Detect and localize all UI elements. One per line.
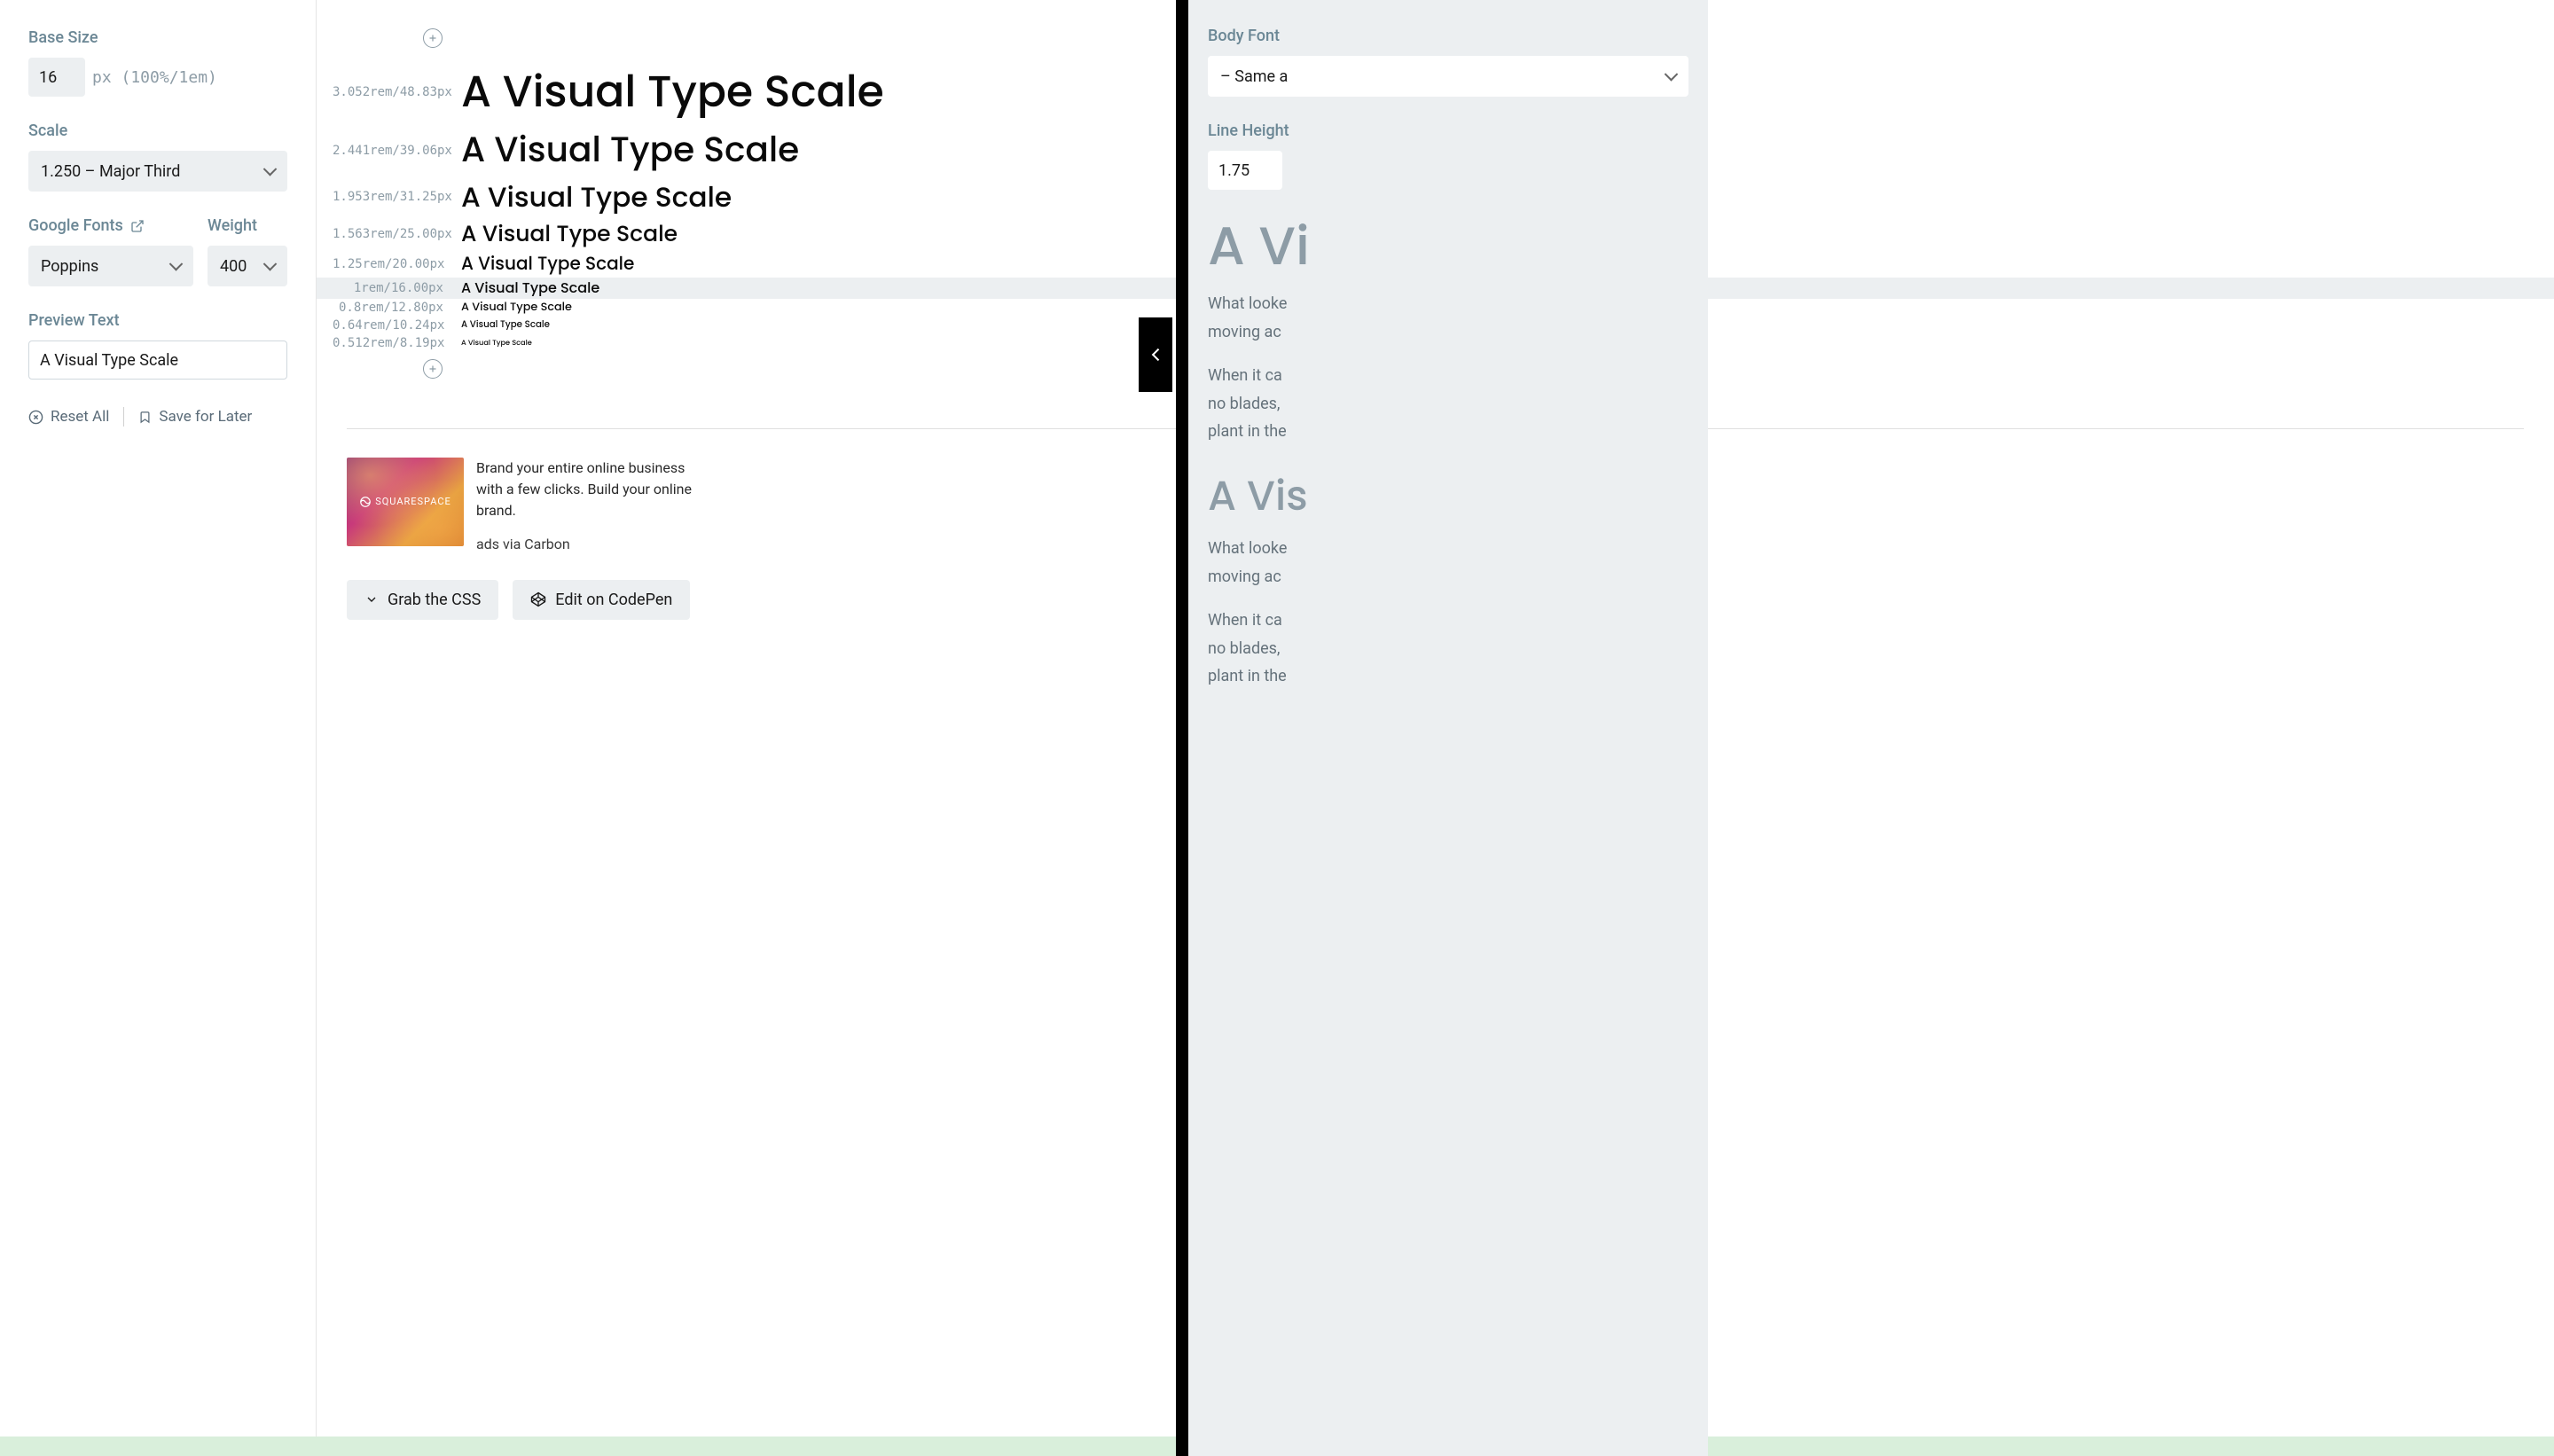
controls-sidebar: Base Size px (100%/1em) Scale 1.250 – Ma… [0, 0, 317, 1456]
scale-meta: 1.25rem/20.00px [333, 257, 461, 271]
body-preview-drawer: Body Font – Same a Line Height A Vi What… [1176, 0, 1708, 1456]
scale-meta: 0.8rem/12.80px [333, 301, 461, 315]
font-select[interactable]: Poppins [28, 246, 193, 286]
line-height-input[interactable] [1208, 151, 1282, 190]
scale-sample: A Visual Type Scale [461, 301, 572, 315]
scale-meta: 1.953rem/31.25px [333, 190, 461, 204]
drawer-body-sample: When it ca no blades, plant in the [1208, 362, 1688, 446]
scale-sample: A Visual Type Scale [461, 319, 550, 331]
scale-meta: 2.441rem/39.06px [333, 144, 461, 158]
drawer-heading-sample: A Vis [1208, 474, 1688, 520]
reset-button[interactable]: Reset All [28, 404, 123, 429]
drawer-toggle[interactable] [1139, 317, 1172, 392]
bookmark-icon [138, 410, 152, 425]
scale-meta: 1rem/16.00px [333, 281, 461, 295]
weight-select[interactable]: 400 [208, 246, 287, 286]
base-size-label: Base Size [28, 28, 287, 47]
weight-label: Weight [208, 216, 287, 235]
font-group: Google Fonts Poppins [28, 216, 193, 286]
ad-image: SQUARESPACE [347, 458, 464, 546]
chevron-left-icon [1152, 348, 1164, 361]
scale-sample: A Visual Type Scale [461, 220, 678, 247]
scale-sample: A Visual Type Scale [461, 253, 634, 275]
base-size-unit: px (100%/1em) [92, 68, 217, 87]
scale-sample: A Visual Type Scale [461, 66, 884, 120]
scale-meta: 0.512rem/8.19px [333, 336, 461, 350]
add-step-top-button[interactable] [423, 28, 443, 48]
drawer-body-sample: What looke moving ac [1208, 290, 1688, 346]
scale-label: Scale [28, 121, 287, 140]
codepen-icon [530, 591, 546, 607]
ad-copy: Brand your entire online business with a… [476, 458, 701, 555]
external-link-icon[interactable] [130, 219, 145, 233]
preview-text-label: Preview Text [28, 311, 287, 330]
save-button[interactable]: Save for Later [124, 404, 252, 429]
edit-codepen-button[interactable]: Edit on CodePen [513, 580, 690, 620]
grab-css-button[interactable]: Grab the CSS [347, 580, 498, 620]
chevron-down-icon [364, 592, 379, 607]
preview-text-group: Preview Text [28, 311, 287, 380]
base-size-input[interactable] [28, 58, 85, 97]
scale-sample: A Visual Type Scale [461, 279, 599, 297]
drawer-heading-sample: A Vi [1208, 218, 1688, 274]
scale-meta: 0.64rem/10.24px [333, 318, 461, 333]
scale-sample: A Visual Type Scale [461, 129, 799, 172]
preview-text-input[interactable] [28, 341, 287, 380]
close-circle-icon [28, 410, 43, 425]
line-height-label: Line Height [1208, 121, 1688, 140]
carbon-ad[interactable]: SQUARESPACE Brand your entire online bus… [347, 458, 701, 555]
scale-select[interactable]: 1.250 – Major Third [28, 151, 287, 192]
body-font-label: Body Font [1208, 27, 1688, 45]
scale-meta: 3.052rem/48.83px [333, 85, 461, 99]
drawer-body-sample: What looke moving ac [1208, 535, 1688, 591]
scale-sample: A Visual Type Scale [461, 338, 532, 347]
scale-meta: 1.563rem/25.00px [333, 227, 461, 241]
base-size-group: Base Size px (100%/1em) [28, 28, 287, 97]
scale-sample: A Visual Type Scale [461, 180, 732, 215]
weight-group: Weight 400 [208, 216, 287, 286]
add-step-bottom-button[interactable] [423, 359, 443, 379]
fonts-label: Google Fonts [28, 216, 193, 235]
body-font-select[interactable]: – Same a [1208, 56, 1688, 97]
ad-attribution[interactable]: ads via Carbon [476, 534, 701, 555]
scale-group: Scale 1.250 – Major Third [28, 121, 287, 192]
drawer-body-sample: When it ca no blades, plant in the [1208, 607, 1688, 691]
